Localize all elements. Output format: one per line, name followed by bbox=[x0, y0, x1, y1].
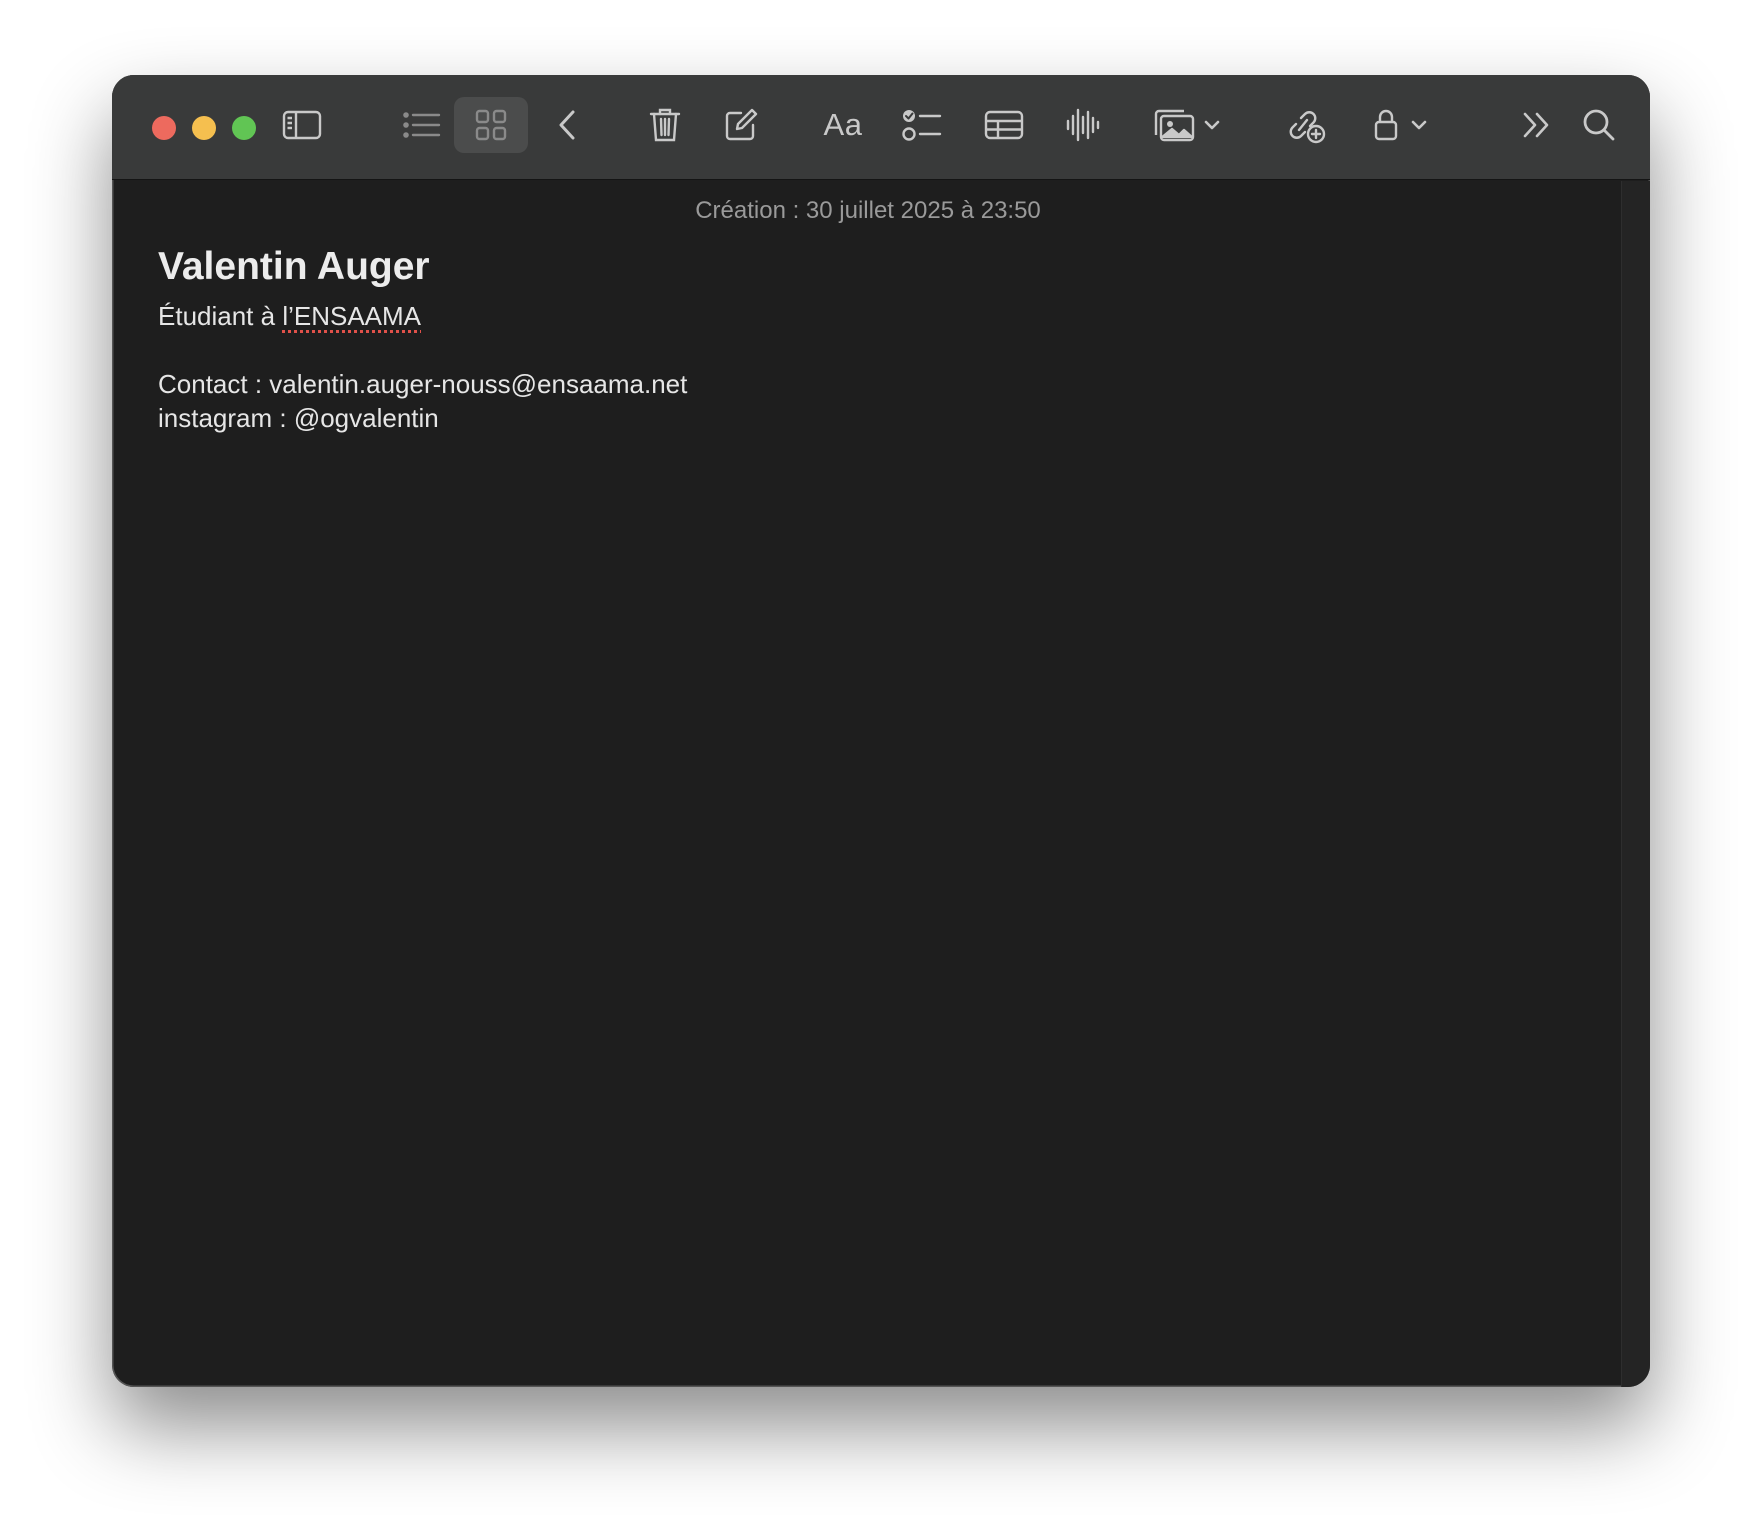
creation-date: Création : 30 juillet 2025 à 23:50 bbox=[695, 197, 1041, 224]
compose-icon bbox=[724, 108, 758, 142]
sidebar-icon bbox=[282, 110, 322, 140]
collaborate-button[interactable] bbox=[1280, 97, 1332, 153]
gallery-view-button[interactable] bbox=[454, 97, 528, 153]
search-button[interactable] bbox=[1574, 97, 1624, 153]
checklist-button[interactable] bbox=[894, 97, 950, 153]
subtitle-prefix: Étudiant à bbox=[158, 301, 283, 331]
note-instagram: instagram : @ogvalentin bbox=[158, 403, 439, 433]
more-button[interactable] bbox=[1512, 97, 1562, 153]
lock-icon bbox=[1373, 108, 1399, 142]
list-icon bbox=[403, 111, 441, 139]
misspelled-word: l’ENSAAMA bbox=[282, 301, 422, 331]
back-button[interactable] bbox=[542, 97, 592, 153]
chevron-down-icon bbox=[1411, 119, 1427, 131]
checklist-icon bbox=[902, 108, 942, 142]
maximize-button[interactable] bbox=[232, 116, 256, 140]
audio-button[interactable] bbox=[1058, 97, 1108, 153]
delete-button[interactable] bbox=[640, 97, 690, 153]
scrollbar[interactable] bbox=[1621, 181, 1650, 1387]
chevron-left-icon bbox=[556, 109, 578, 141]
grid-icon bbox=[475, 109, 507, 141]
format-button[interactable]: Aa bbox=[810, 97, 876, 153]
table-icon bbox=[984, 110, 1024, 140]
waveform-icon bbox=[1066, 107, 1100, 143]
sidebar-toggle-button[interactable] bbox=[272, 97, 332, 153]
chevron-double-right-icon bbox=[1522, 110, 1552, 140]
minimize-button[interactable] bbox=[192, 116, 216, 140]
list-view-button[interactable] bbox=[392, 97, 452, 153]
table-button[interactable] bbox=[976, 97, 1032, 153]
search-icon bbox=[1582, 108, 1616, 142]
link-add-icon bbox=[1286, 106, 1326, 144]
notes-window: Aa Création: 30 juillet 2025 à 23:50 Va… bbox=[112, 75, 1650, 1387]
lock-button[interactable] bbox=[1362, 97, 1438, 153]
close-button[interactable] bbox=[152, 116, 176, 140]
media-button[interactable] bbox=[1142, 97, 1230, 153]
note-title: Valentin Auger bbox=[158, 245, 430, 288]
chevron-down-icon bbox=[1204, 119, 1220, 131]
photo-icon bbox=[1152, 108, 1196, 142]
toolbar: Aa bbox=[112, 75, 1650, 180]
note-subtitle: Étudiant à l’ENSAAMA bbox=[158, 299, 1558, 333]
note-contact: Contact : valentin.auger-nouss@ensaama.n… bbox=[158, 369, 688, 399]
text-format-icon: Aa bbox=[823, 107, 863, 142]
new-note-button[interactable] bbox=[716, 97, 766, 153]
note-body[interactable]: Valentin Auger Étudiant à l’ENSAAMA Cont… bbox=[158, 243, 1558, 435]
trash-icon bbox=[649, 107, 681, 143]
